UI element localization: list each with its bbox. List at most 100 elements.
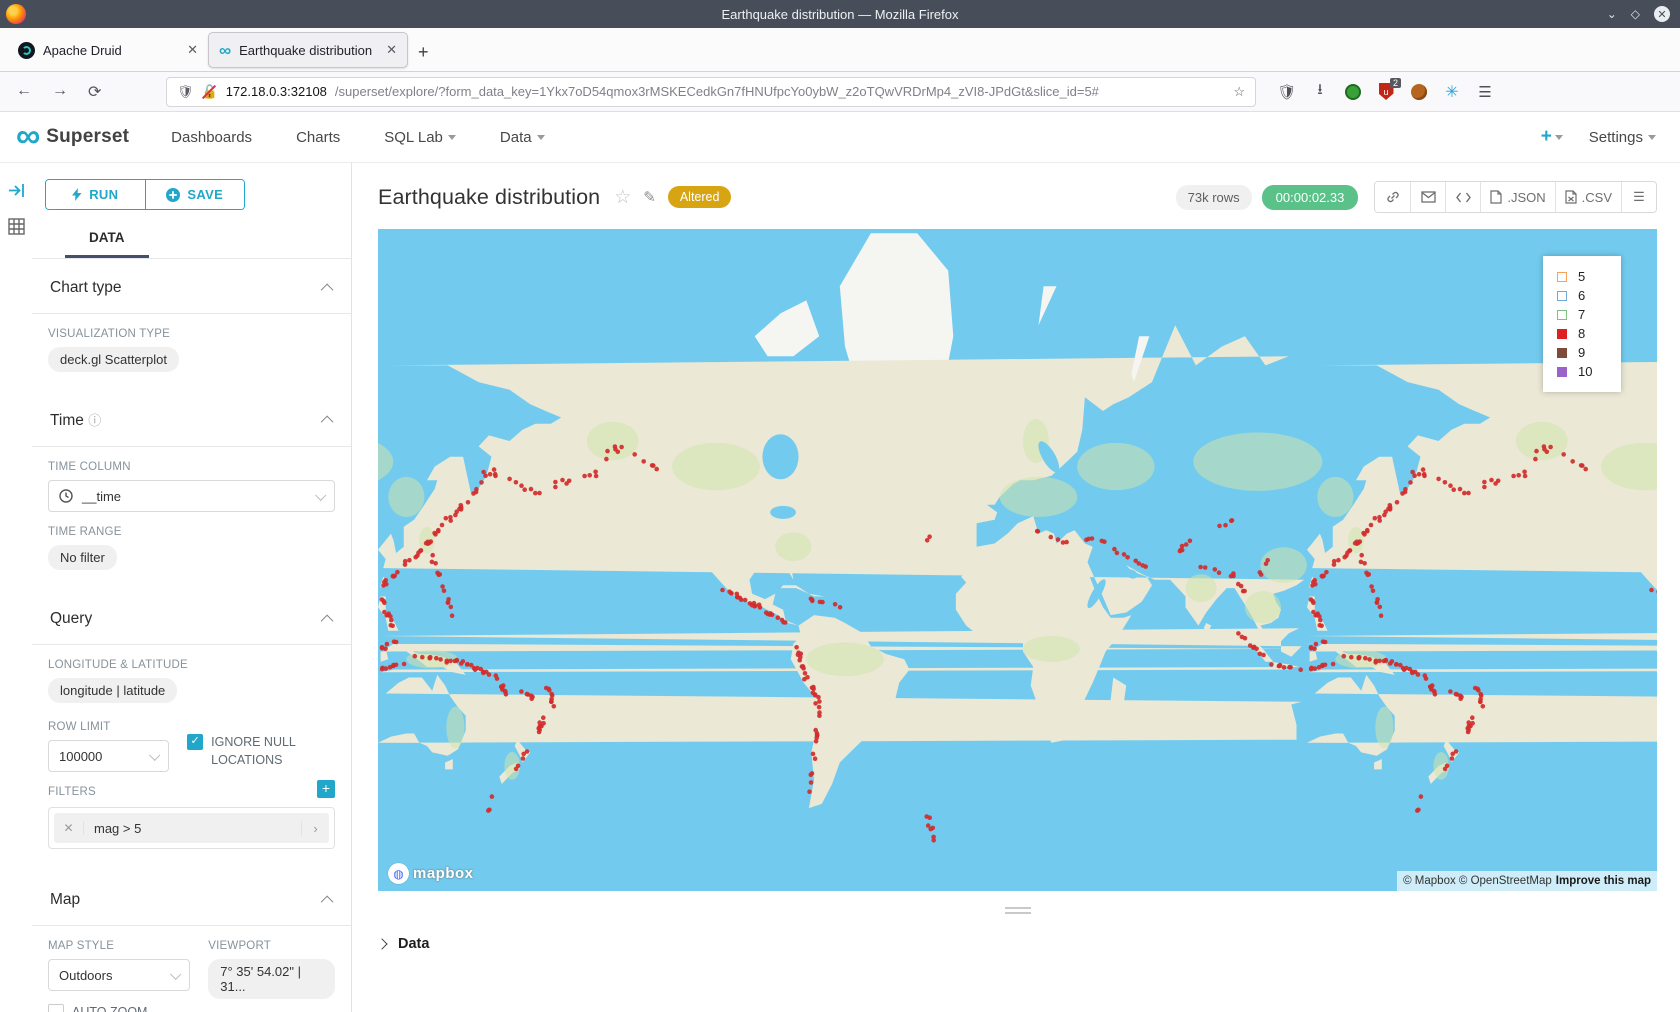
window-maximize-icon[interactable]: ◇ bbox=[1631, 7, 1640, 21]
ignore-null-checkbox[interactable]: ✓ bbox=[187, 734, 203, 750]
section-header-chart-type[interactable]: Chart type bbox=[48, 259, 335, 313]
settings-menu[interactable]: Settings bbox=[1589, 129, 1656, 146]
tab-apache-druid[interactable]: Apache Druid ✕ bbox=[8, 32, 208, 68]
section-chart-type: Chart type bbox=[32, 259, 351, 314]
code-icon bbox=[1456, 192, 1471, 203]
deckgl-scatter-map[interactable]: 5 6 7 8 9 10 ◍ mapbox © Mapbox © OpenStreetMa… bbox=[378, 229, 1657, 891]
email-button[interactable] bbox=[1410, 182, 1445, 212]
url-bar[interactable]: 🛡 🔓 172.18.0.3:32108 /superset/explore/?… bbox=[166, 77, 1256, 107]
filter-chip[interactable]: ✕ mag > 5 › bbox=[54, 813, 329, 843]
tab-data[interactable]: DATA bbox=[65, 230, 149, 258]
mapbox-logo[interactable]: ◍ mapbox bbox=[388, 863, 474, 884]
favorite-star-icon[interactable]: ☆ bbox=[614, 186, 631, 209]
superset-favicon-icon: ∞ bbox=[219, 42, 231, 59]
nav-item-dashboards[interactable]: Dashboards bbox=[171, 129, 252, 146]
bookmark-star-icon[interactable]: ☆ bbox=[1233, 84, 1245, 100]
insecure-lock-icon[interactable]: 🔓 bbox=[202, 84, 218, 100]
privacy-extension-icon[interactable] bbox=[1344, 83, 1362, 101]
browser-toolbar: ← → ⟳ 🛡 🔓 172.18.0.3:32108 /superset/exp… bbox=[0, 72, 1680, 112]
legend-item-10[interactable]: 10 bbox=[1557, 363, 1621, 380]
legend-item-8[interactable]: 8 bbox=[1557, 325, 1621, 342]
ignore-null-label: IGNORE NULL LOCATIONS bbox=[211, 733, 335, 772]
auto-zoom-checkbox[interactable] bbox=[48, 1004, 64, 1012]
save-button[interactable]: SAVE bbox=[145, 180, 245, 209]
export-json-button[interactable]: .JSON bbox=[1480, 182, 1554, 212]
row-limit-label: ROW LIMIT bbox=[48, 721, 169, 733]
new-tab-button[interactable]: + bbox=[418, 42, 429, 63]
filter-box: ✕ mag > 5 › bbox=[48, 807, 335, 849]
druid-favicon-icon bbox=[18, 42, 35, 59]
clock-icon bbox=[59, 489, 73, 503]
time-range-value[interactable]: No filter bbox=[48, 545, 117, 570]
section-header-query[interactable]: Query bbox=[48, 590, 335, 644]
superset-brand: Superset bbox=[46, 126, 129, 148]
back-button[interactable]: ← bbox=[16, 82, 32, 102]
embed-code-button[interactable] bbox=[1445, 182, 1480, 212]
file-icon bbox=[1490, 190, 1502, 204]
reload-button[interactable]: ⟳ bbox=[88, 82, 101, 102]
attribution-text[interactable]: © Mapbox © OpenStreetMap bbox=[1403, 875, 1552, 887]
remove-filter-icon[interactable]: ✕ bbox=[54, 821, 84, 835]
pocket-shield-icon[interactable]: 🛡 bbox=[1278, 83, 1296, 101]
viewport-value[interactable]: 7° 35' 54.02" | 31... bbox=[208, 959, 335, 999]
legend-item-9[interactable]: 9 bbox=[1557, 344, 1621, 361]
menu-icon[interactable]: ☰ bbox=[1476, 83, 1494, 101]
time-column-select[interactable]: __time bbox=[48, 480, 335, 512]
viz-type-label: VISUALIZATION TYPE bbox=[48, 328, 335, 340]
legend-swatch-icon bbox=[1557, 291, 1567, 301]
section-header-map[interactable]: Map bbox=[48, 871, 335, 925]
tab-close-icon[interactable]: ✕ bbox=[386, 42, 397, 58]
sea-black-sea bbox=[1076, 516, 1099, 530]
tab-close-icon[interactable]: ✕ bbox=[187, 42, 198, 58]
cookie-extension-icon[interactable] bbox=[1410, 83, 1428, 101]
legend-item-7[interactable]: 7 bbox=[1557, 306, 1621, 323]
asterisk-extension-icon[interactable]: ✳ bbox=[1443, 83, 1461, 101]
legend-swatch-icon bbox=[1557, 348, 1567, 358]
window-close-icon[interactable]: ✕ bbox=[1654, 6, 1670, 22]
viz-type-value[interactable]: deck.gl Scatterplot bbox=[48, 347, 179, 372]
forward-button[interactable]: → bbox=[52, 82, 68, 102]
lonlat-value[interactable]: longitude | latitude bbox=[48, 678, 177, 703]
expand-filter-icon[interactable]: › bbox=[301, 821, 329, 836]
chevron-right-icon bbox=[376, 938, 387, 949]
map-style-label: MAP STYLE bbox=[48, 940, 190, 952]
export-csv-button[interactable]: .CSV bbox=[1555, 182, 1621, 212]
rows-count-badge: 73k rows bbox=[1176, 185, 1252, 210]
row-limit-select[interactable]: 100000 bbox=[48, 740, 169, 772]
dataset-grid-icon[interactable] bbox=[8, 218, 25, 235]
superset-navbar: ∞ Superset Dashboards Charts SQL Lab Data +… bbox=[0, 112, 1680, 163]
copy-link-button[interactable] bbox=[1375, 182, 1410, 212]
legend-label: 8 bbox=[1578, 326, 1585, 341]
envelope-icon bbox=[1421, 191, 1436, 203]
edit-properties-icon[interactable]: ✎ bbox=[643, 188, 656, 206]
chart-menu-button[interactable]: ☰ bbox=[1621, 182, 1656, 212]
tab-earthquake-distribution[interactable]: ∞ Earthquake distribution ✕ bbox=[208, 32, 408, 68]
add-new-button[interactable]: + bbox=[1541, 126, 1563, 148]
legend-label: 5 bbox=[1578, 269, 1585, 284]
nav-item-charts[interactable]: Charts bbox=[296, 129, 340, 146]
filters-label: FILTERS bbox=[48, 786, 96, 798]
chevron-down-icon bbox=[448, 135, 456, 140]
window-minimize-icon[interactable]: ⌄ bbox=[1607, 7, 1617, 21]
downloads-icon[interactable]: ⭳ bbox=[1311, 83, 1329, 101]
legend-item-6[interactable]: 6 bbox=[1557, 287, 1621, 304]
map-style-select[interactable]: Outdoors bbox=[48, 959, 190, 991]
collapse-datasource-icon[interactable] bbox=[8, 183, 25, 198]
run-button[interactable]: RUN bbox=[46, 180, 145, 209]
legend-item-5[interactable]: 5 bbox=[1557, 268, 1621, 285]
section-header-time[interactable]: Time ⓘ bbox=[48, 390, 335, 446]
lightning-icon bbox=[72, 188, 82, 201]
panel-resize-handle[interactable] bbox=[1005, 907, 1031, 914]
section-query: Query bbox=[32, 590, 351, 645]
improve-map-link[interactable]: Improve this map bbox=[1556, 875, 1651, 887]
time-range-label: TIME RANGE bbox=[48, 526, 335, 538]
data-panel-toggle[interactable]: Data bbox=[378, 928, 1657, 960]
sea-great-lakes bbox=[770, 506, 796, 519]
time-column-label: TIME COLUMN bbox=[48, 461, 335, 473]
superset-logo[interactable]: ∞ Superset bbox=[16, 123, 129, 150]
nav-item-data[interactable]: Data bbox=[500, 129, 545, 146]
add-filter-button[interactable]: + bbox=[317, 780, 335, 798]
nav-item-sql-lab[interactable]: SQL Lab bbox=[384, 129, 456, 146]
ublock-icon[interactable]: u2 bbox=[1377, 83, 1395, 101]
shield-icon[interactable]: 🛡 bbox=[177, 84, 194, 100]
